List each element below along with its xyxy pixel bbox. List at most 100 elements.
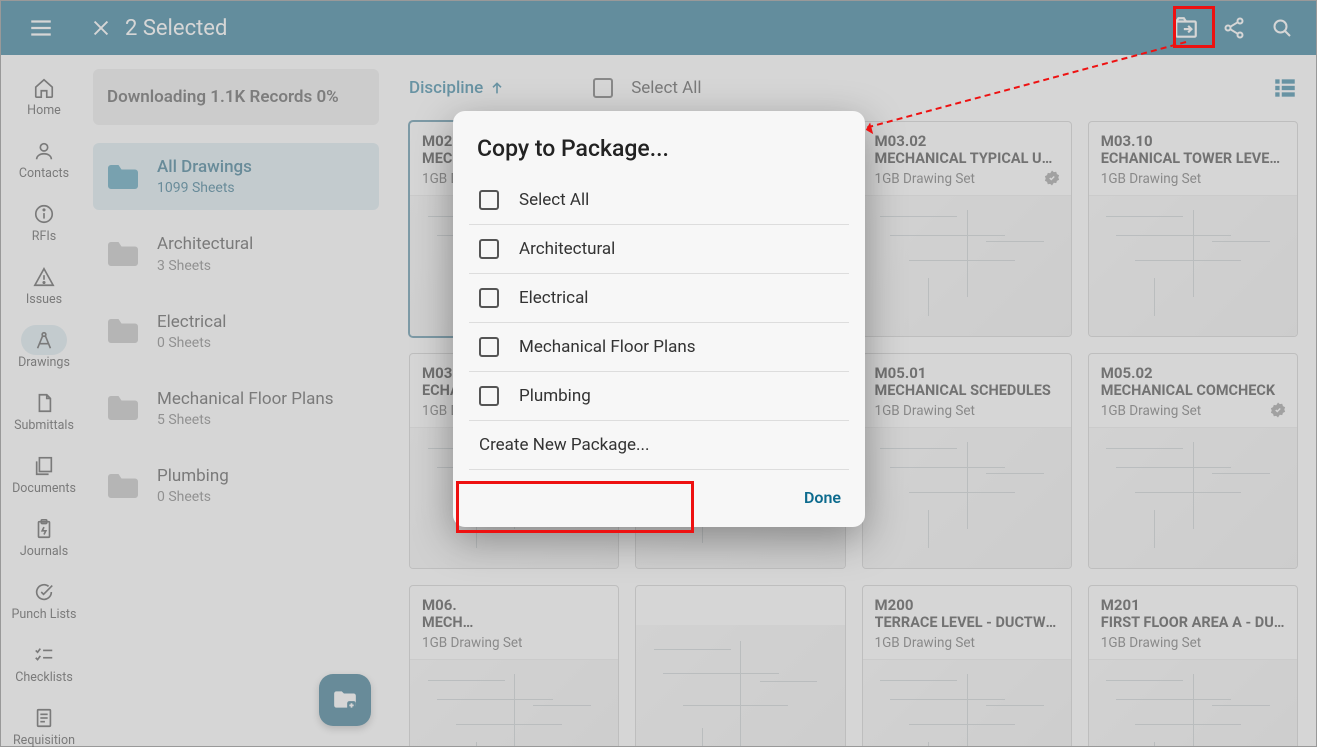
folder-count: 0 Sheets <box>157 489 229 505</box>
app-bar: 2 Selected <box>1 1 1316 55</box>
dialog-package-option[interactable]: Mechanical Floor Plans <box>469 323 849 372</box>
nav-issues[interactable]: Issues <box>4 254 84 317</box>
dialog-package-option[interactable]: Architectural <box>469 225 849 274</box>
folder-icon <box>105 393 141 423</box>
card-header: M03.10 ECHANICAL TOWER LEVEL 2 ENLARGED … <box>1089 122 1297 196</box>
add-folder-fab[interactable] <box>319 674 371 726</box>
drawing-card[interactable]: M03.02 MECHANICAL TYPICAL UNIT FLOOR PLA… <box>862 121 1072 337</box>
share-button[interactable] <box>1220 14 1248 42</box>
nav-drawings[interactable]: Drawings <box>4 317 84 380</box>
checklist-icon <box>33 644 55 666</box>
card-set: 1GB Drawing Set <box>875 403 1059 419</box>
card-thumbnail <box>1089 428 1297 568</box>
hamburger-icon <box>28 15 54 41</box>
nav-journals[interactable]: Journals <box>4 506 84 569</box>
card-thumbnail <box>863 660 1071 746</box>
drawing-card[interactable]: M05.02 MECHANICAL COMCHECK 1GB Drawing S… <box>1088 353 1298 569</box>
folder-all-drawings[interactable]: All Drawings1099 Sheets <box>93 143 379 210</box>
folder-architectural[interactable]: Architectural 3 Sheets <box>93 220 379 287</box>
folder-electrical[interactable]: Electrical0 Sheets <box>93 298 379 365</box>
nav-home[interactable]: Home <box>4 65 84 128</box>
card-set: 1GB Drawing Set <box>875 635 1059 651</box>
package-checkbox[interactable] <box>479 239 499 259</box>
requisition-icon <box>33 707 55 729</box>
search-button[interactable] <box>1268 14 1296 42</box>
card-header: M05.02 MECHANICAL COMCHECK 1GB Drawing S… <box>1089 354 1297 428</box>
compass-icon <box>33 329 55 351</box>
card-number: M05.02 <box>1101 364 1285 382</box>
nav-punchlists[interactable]: Punch Lists <box>4 569 84 632</box>
list-view-toggle[interactable] <box>1272 75 1298 101</box>
card-number: M03.02 <box>875 132 1059 150</box>
nav-documents[interactable]: Documents <box>4 443 84 506</box>
card-thumbnail <box>863 428 1071 568</box>
nav-requisition[interactable]: Requisition <box>4 695 84 747</box>
card-title: MECHANICAL SCHEDULES <box>875 382 1059 399</box>
dialog-package-option[interactable]: Plumbing <box>469 372 849 421</box>
hamburger-menu-button[interactable] <box>1 1 81 55</box>
nav-label: Contacts <box>19 166 69 181</box>
card-set: 1GB Drawing Set <box>1101 635 1285 651</box>
package-checkbox[interactable] <box>479 337 499 357</box>
person-icon <box>33 140 55 162</box>
card-title: FIRST FLOOR AREA A - DUCTWORK PLAN <box>1101 614 1285 631</box>
drawing-card[interactable]: M200 TERRACE LEVEL - DUCTWORK FLOOR PL… … <box>862 585 1072 746</box>
folder-icon <box>105 471 141 501</box>
folders-panel: Downloading 1.1K Records 0% All Drawings… <box>87 55 391 746</box>
drawing-card[interactable]: M05.01 MECHANICAL SCHEDULES 1GB Drawing … <box>862 353 1072 569</box>
folder-add-icon <box>332 687 358 713</box>
card-title: MECH… <box>422 614 606 631</box>
package-checkbox[interactable] <box>479 288 499 308</box>
dialog-package-option[interactable]: Electrical <box>469 274 849 323</box>
card-thumbnail <box>636 625 844 746</box>
nav-rfis[interactable]: RFIs <box>4 191 84 254</box>
package-checkbox[interactable] <box>479 190 499 210</box>
nav-checklists[interactable]: Checklists <box>4 632 84 695</box>
folder-icon <box>105 162 141 192</box>
appbar-title: 2 Selected <box>125 16 227 41</box>
sort-label: Discipline <box>409 78 483 98</box>
dialog-done-button[interactable]: Done <box>804 488 841 507</box>
folder-move-icon <box>1173 15 1199 41</box>
create-new-package-option[interactable]: Create New Package... <box>469 421 849 470</box>
nav-rail: Home Contacts RFIs Issues Drawings Submi… <box>1 55 87 746</box>
close-selection-button[interactable] <box>81 1 121 55</box>
drawing-card[interactable]: M03.10 ECHANICAL TOWER LEVEL 2 ENLARGED … <box>1088 121 1298 337</box>
folder-count: 3 Sheets <box>157 258 253 274</box>
select-all-checkbox[interactable] <box>593 78 613 98</box>
nav-submittals[interactable]: Submittals <box>4 380 84 443</box>
card-thumbnail <box>863 196 1071 336</box>
nav-contacts[interactable]: Contacts <box>4 128 84 191</box>
folder-title: Architectural <box>157 234 253 255</box>
package-checkbox[interactable] <box>479 386 499 406</box>
sort-chip[interactable]: Discipline <box>409 78 505 98</box>
warning-icon <box>33 266 55 288</box>
drawing-card[interactable]: M201 FIRST FLOOR AREA A - DUCTWORK PLAN … <box>1088 585 1298 746</box>
folder-title: All Drawings <box>157 157 252 178</box>
list-icon <box>1272 75 1298 101</box>
copy-to-package-button[interactable] <box>1172 14 1200 42</box>
card-title: MECHANICAL COMCHECK <box>1101 382 1285 399</box>
package-option-label: Architectural <box>519 239 615 259</box>
folder-mechanical[interactable]: Mechanical Floor Plans5 Sheets <box>93 375 379 442</box>
verified-badge-icon <box>1269 401 1287 419</box>
folder-count: 0 Sheets <box>157 335 226 351</box>
download-banner: Downloading 1.1K Records 0% <box>93 69 379 125</box>
nav-label: RFIs <box>32 229 56 244</box>
dialog-package-option[interactable]: Select All <box>469 176 849 225</box>
info-icon <box>33 203 55 225</box>
card-number: M06. <box>422 596 606 614</box>
card-thumbnail <box>1089 660 1297 746</box>
card-header: M05.01 MECHANICAL SCHEDULES 1GB Drawing … <box>863 354 1071 428</box>
verified-badge-icon <box>1043 169 1061 187</box>
folder-plumbing[interactable]: Plumbing0 Sheets <box>93 452 379 519</box>
card-thumbnail <box>1089 196 1297 336</box>
package-option-label: Select All <box>519 190 589 210</box>
folder-count: 5 Sheets <box>157 412 334 428</box>
drawing-card[interactable]: 1GB Drawing Set <box>635 585 845 746</box>
folder-list: All Drawings1099 Sheets Architectural 3 S… <box>93 143 379 519</box>
select-all-label: Select All <box>631 78 701 98</box>
drawing-card[interactable]: M06. MECH… 1GB Drawing Set <box>409 585 619 746</box>
nav-label: Documents <box>12 481 76 496</box>
card-number: M05.01 <box>875 364 1059 382</box>
